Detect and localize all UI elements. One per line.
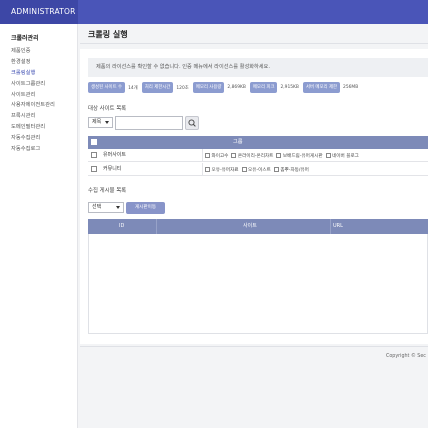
column-divider: [202, 149, 203, 162]
search-icon: [188, 119, 196, 127]
select-all-checkbox[interactable]: [91, 139, 97, 145]
site-checkbox[interactable]: [231, 153, 237, 158]
page-title: 크롤링 실행: [88, 30, 128, 39]
column-divider: [330, 219, 331, 234]
board-select[interactable]: 선택: [88, 202, 124, 213]
column-header-id[interactable]: ID: [119, 219, 124, 234]
filter-select[interactable]: 제목: [88, 117, 113, 128]
collected-grid-body: [88, 234, 428, 334]
column-divider: [202, 163, 203, 176]
sidebar-item-auto-collect[interactable]: 자동수집관리: [11, 133, 55, 144]
search-button[interactable]: [185, 116, 199, 130]
site-option[interactable]: 와이고수: [205, 153, 228, 159]
target-sites-title: 대상 사이트 목록: [88, 106, 127, 112]
site-options: 와이고수 온라이리-온리차트 보배드림-유머게시판 네이버 블로그: [205, 149, 362, 162]
site-checkbox[interactable]: [205, 167, 210, 172]
sidebar: 크롤러관리 제품인증 환경설정 크롤링실행 사이트그룹관리 사이트관리 사용자에…: [0, 24, 78, 428]
column-divider: [156, 219, 157, 234]
site-checkbox[interactable]: [276, 153, 282, 158]
table-row: 커뮤니티 오유-유머자료 오유-이스트 뽐뿌-자동/유머: [88, 163, 428, 176]
chevron-down-icon: [105, 121, 109, 124]
move-to-board-button[interactable]: 게시판이동: [126, 202, 165, 214]
column-header-url[interactable]: URL: [333, 219, 343, 234]
stat-value-site-count: 14개: [128, 85, 138, 91]
row-checkbox[interactable]: [91, 152, 97, 158]
site-option[interactable]: 온라이리-온리차트: [231, 153, 273, 159]
site-checkbox[interactable]: [273, 167, 279, 172]
site-option[interactable]: 오유-이스트: [241, 167, 271, 173]
target-grid-header: 그룹: [88, 136, 428, 149]
stat-value-memory-usage: 2,869KB: [227, 85, 246, 90]
sidebar-title: 크롤러관리: [11, 35, 39, 42]
sidebar-item-license[interactable]: 제품인증: [11, 46, 55, 57]
stats-bar: 생성된 사이트 수 14개 처리 제한시간 120초 메모리 사용량 2,869…: [88, 81, 362, 94]
group-name: 유머사이트: [103, 152, 127, 158]
column-header-site[interactable]: 사이트: [243, 219, 257, 234]
stat-label-memory-usage: 메모리 사용량: [192, 82, 225, 93]
grid-header-group: 그룹: [233, 139, 243, 145]
stat-label-memory-peak: 메모리 피크: [249, 82, 278, 93]
table-row: 유머사이트 와이고수 온라이리-온리차트 보배드림-유머게시판 네이버 블로그: [88, 149, 428, 162]
filter-select-value: 제목: [92, 119, 102, 125]
sidebar-item-sites[interactable]: 사이트관리: [11, 90, 55, 101]
board-select-value: 선택: [92, 204, 102, 210]
brand-logo[interactable]: ADMINISTRATOR: [0, 0, 78, 24]
site-option[interactable]: 보배드림-유머게시판: [276, 153, 323, 159]
sidebar-menu: 제품인증 환경설정 크롤링실행 사이트그룹관리 사이트관리 사용자에이전트관리 …: [11, 46, 55, 155]
stat-value-time-limit: 120초: [176, 85, 189, 91]
footer: [80, 347, 428, 375]
title-divider: [80, 43, 428, 44]
stat-value-memory-peak: 2,915KB: [280, 85, 299, 90]
stat-label-memory-limit: 서버 메모리 제한: [302, 82, 341, 93]
sidebar-item-proxies[interactable]: 프록시관리: [11, 111, 55, 122]
sidebar-item-domain-filters[interactable]: 도메인필터관리: [11, 122, 55, 133]
license-notice: 제품의 라이선스를 확인할 수 없습니다. 인증 메뉴에서 라이선스를 활성화하…: [88, 58, 428, 77]
collected-posts-title: 수집 게시물 목록: [88, 188, 127, 194]
site-options: 오유-유머자료 오유-이스트 뽐뿌-자동/유머: [205, 163, 312, 176]
stat-value-memory-limit: 256MB: [343, 85, 359, 90]
chevron-down-icon: [116, 206, 120, 209]
sidebar-item-auto-collect-log[interactable]: 자동수집로그: [11, 144, 55, 155]
row-checkbox[interactable]: [91, 166, 97, 172]
site-checkbox[interactable]: [241, 167, 247, 172]
stat-label-time-limit: 처리 제한시간: [141, 82, 174, 93]
site-option[interactable]: 뽐뿌-자동/유머: [273, 167, 309, 173]
sidebar-item-site-groups[interactable]: 사이트그룹관리: [11, 79, 55, 90]
site-option[interactable]: 오유-유머자료: [205, 167, 239, 173]
copyright-text: Copyright © Sec: [386, 354, 426, 359]
sidebar-item-crawl-run[interactable]: 크롤링실행: [11, 68, 55, 79]
stat-label-site-count: 생성된 사이트 수: [88, 82, 126, 93]
sidebar-item-user-agents[interactable]: 사용자에이전트관리: [11, 100, 55, 111]
sidebar-item-settings[interactable]: 환경설정: [11, 57, 55, 68]
site-checkbox[interactable]: [205, 153, 210, 158]
site-option[interactable]: 네이버 블로그: [325, 153, 359, 159]
site-checkbox[interactable]: [325, 153, 331, 158]
collected-grid-header: ID 사이트 URL: [88, 219, 428, 234]
search-input[interactable]: [115, 116, 183, 130]
group-name: 커뮤니티: [103, 166, 122, 172]
